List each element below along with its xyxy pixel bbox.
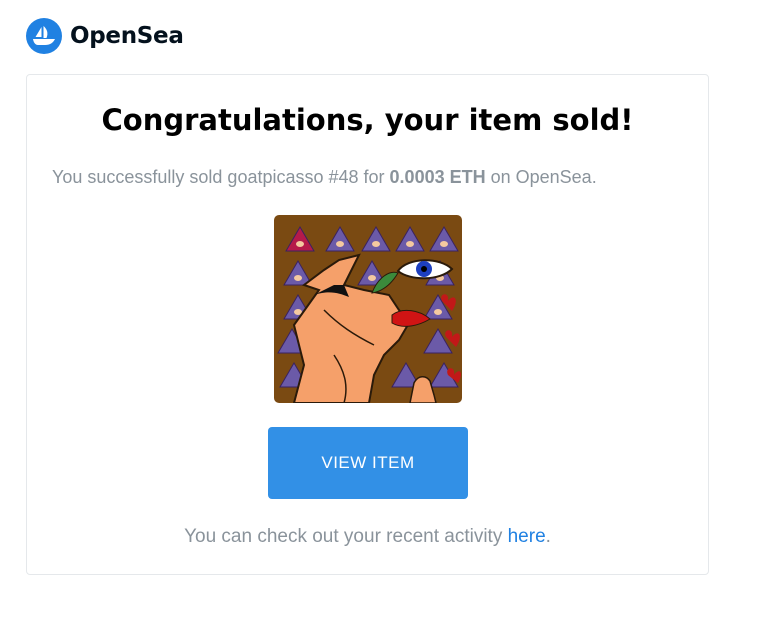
header: OpenSea (26, 16, 184, 56)
recent-activity-prefix: You can check out your recent activity (184, 526, 508, 547)
nft-artwork (274, 215, 462, 403)
sale-message-suffix: on OpenSea. (485, 167, 597, 187)
sale-price: 0.0003 ETH (389, 167, 486, 187)
sale-message-prefix: You successfully sold goatpicasso #48 fo… (52, 167, 390, 187)
opensea-logo-icon[interactable] (26, 18, 62, 54)
brand-name[interactable]: OpenSea (70, 23, 184, 49)
recent-activity-suffix: . (545, 526, 551, 547)
notification-card: Congratulations, your item sold! You suc… (26, 74, 709, 575)
view-item-button[interactable]: VIEW ITEM (268, 427, 468, 499)
recent-activity-link[interactable]: here (508, 526, 546, 547)
sale-message: You successfully sold goatpicasso #48 fo… (52, 167, 597, 188)
nft-image[interactable] (274, 215, 462, 403)
page-title: Congratulations, your item sold! (101, 103, 634, 137)
recent-activity-text: You can check out your recent activity h… (27, 526, 708, 548)
